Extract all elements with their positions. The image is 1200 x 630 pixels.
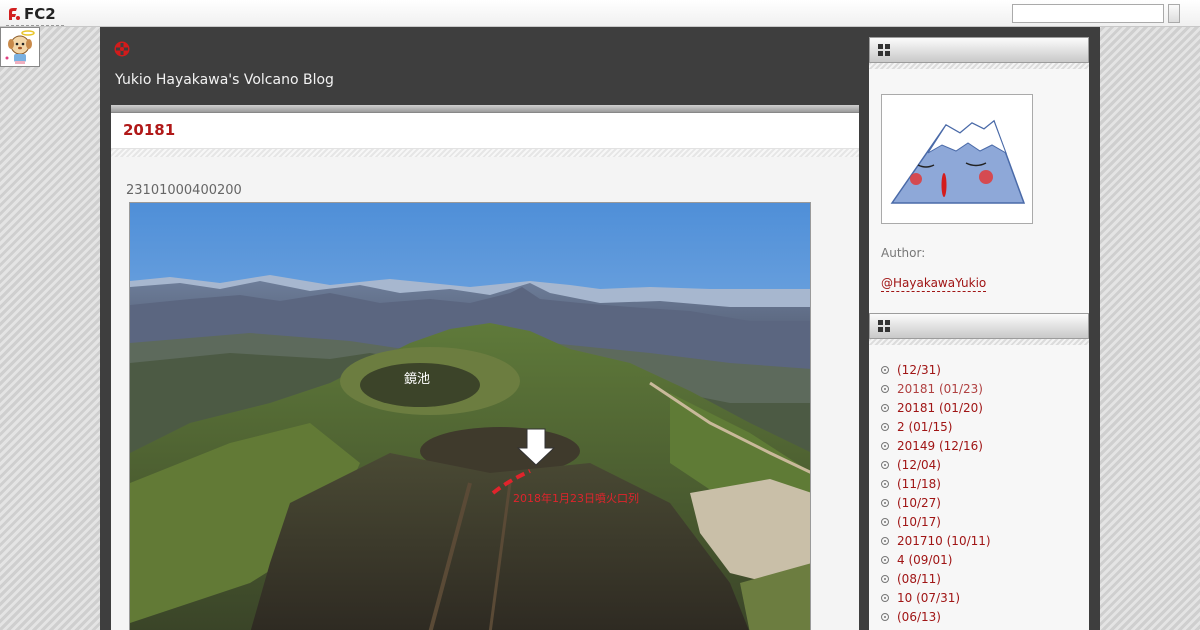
box-icon: [878, 320, 890, 332]
bullet-icon: [881, 555, 889, 564]
entry-title[interactable]: 20181: [123, 121, 175, 139]
fc2-logo-underline: [6, 25, 64, 26]
avatar[interactable]: [881, 94, 1033, 224]
entry-date: 23101000400200: [126, 183, 242, 198]
main-column: 20181 23101000400200 鏡池 2018年1月23日噴火口列: [111, 105, 859, 630]
sidebar: Author: @HayakawaYukio (12/31) 20181 (01…: [869, 37, 1089, 630]
blog-title[interactable]: Yukio Hayakawa's Volcano Blog: [115, 72, 334, 88]
main-topbar: [111, 105, 859, 113]
pond-label: 鏡池: [404, 372, 430, 387]
list-item[interactable]: (08/11): [881, 569, 1081, 588]
list-item-label[interactable]: (11/18): [897, 477, 941, 491]
mascot-icon[interactable]: [0, 27, 40, 67]
bullet-icon: [881, 517, 889, 526]
list-item-label[interactable]: 4 (09/01): [897, 553, 952, 567]
list-item[interactable]: 10 (07/31): [881, 588, 1081, 607]
list-item-label[interactable]: (10/27): [897, 496, 941, 510]
fc2-logo-text: FC2: [24, 5, 56, 23]
bullet-icon: [881, 479, 889, 488]
list-item-label[interactable]: 201710 (10/11): [897, 534, 991, 548]
vent-label: 2018年1月23日噴火口列: [513, 491, 639, 505]
list-item[interactable]: (12/04): [881, 455, 1081, 474]
bullet-icon: [881, 384, 889, 393]
list-item[interactable]: (10/17): [881, 512, 1081, 531]
bullet-icon: [881, 422, 889, 431]
list-item[interactable]: (12/31): [881, 360, 1081, 379]
entry-header: 20181: [111, 113, 859, 149]
list-item-label[interactable]: (12/31): [897, 363, 941, 377]
fc2-search-button[interactable]: [1168, 4, 1180, 23]
archive-box-stripe: [869, 339, 1089, 345]
list-item[interactable]: 4 (09/01): [881, 550, 1081, 569]
recent-entries-list: (12/31) 20181 (01/23) 20181 (01/20) 2 (0…: [881, 360, 1081, 626]
list-item[interactable]: 20149 (12/16): [881, 436, 1081, 455]
list-item-label[interactable]: 20181 (01/20): [897, 401, 983, 415]
list-item[interactable]: (10/27): [881, 493, 1081, 512]
list-item[interactable]: 201710 (10/11): [881, 531, 1081, 550]
profile-box-stripe: [869, 63, 1089, 69]
fc2-logo-icon: [9, 8, 20, 20]
archive-box-header: [869, 313, 1089, 339]
bullet-icon: [881, 403, 889, 412]
archive-box: [869, 313, 1089, 345]
author-link[interactable]: @HayakawaYukio: [881, 276, 987, 292]
bullet-icon: [881, 498, 889, 507]
fc2-logo[interactable]: FC2: [6, 4, 64, 26]
fc2-search-input[interactable]: [1012, 4, 1164, 23]
bullet-icon: [881, 574, 889, 583]
page-wrapper: Yukio Hayakawa's Volcano Blog 20181 2310…: [100, 27, 1100, 630]
bullet-icon: [881, 460, 889, 469]
list-item-label[interactable]: (10/17): [897, 515, 941, 529]
bullet-icon: [881, 612, 889, 621]
list-item[interactable]: (11/18): [881, 474, 1081, 493]
list-item-label[interactable]: 2 (01/15): [897, 420, 952, 434]
list-item-label[interactable]: (06/13): [897, 610, 941, 624]
list-item[interactable]: 20181 (01/23): [881, 379, 1081, 398]
bullet-icon: [881, 365, 889, 374]
bullet-icon: [881, 536, 889, 545]
list-item-label[interactable]: 20149 (12/16): [897, 439, 983, 453]
list-item[interactable]: 20181 (01/20): [881, 398, 1081, 417]
bullet-icon: [881, 593, 889, 602]
box-icon: [878, 44, 890, 56]
fc2-toolbar: FC2: [0, 0, 1200, 27]
list-item-label[interactable]: 20181 (01/23): [897, 382, 983, 396]
list-item-label[interactable]: (08/11): [897, 572, 941, 586]
list-item[interactable]: (06/13): [881, 607, 1081, 626]
list-item-label[interactable]: 10 (07/31): [897, 591, 960, 605]
author-label: Author:: [881, 246, 926, 260]
bullet-icon: [881, 441, 889, 450]
volcano-photo[interactable]: 鏡池 2018年1月23日噴火口列: [129, 202, 811, 630]
list-item[interactable]: 2 (01/15): [881, 417, 1081, 436]
header-icon: [114, 41, 130, 57]
profile-box-header: [869, 37, 1089, 63]
list-item-label[interactable]: (12/04): [897, 458, 941, 472]
entry-stripe-divider: [111, 149, 859, 157]
